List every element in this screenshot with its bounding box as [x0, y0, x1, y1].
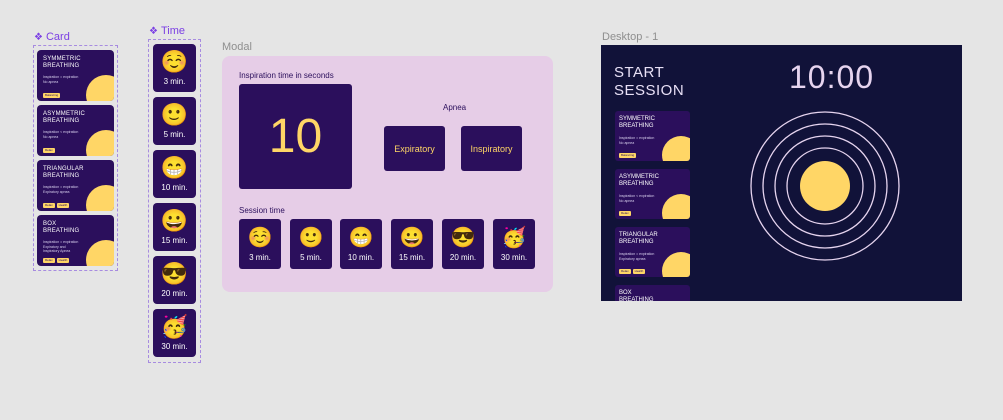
card-description: Inspiration = expiration Expiratory apnea	[43, 185, 79, 194]
sun-graphic	[86, 240, 114, 266]
card-asymmetric-breathing[interactable]: ASYMMETRIC BREATHING Inspiration < expira…	[37, 105, 114, 156]
tag-balancing: Balancing	[619, 153, 637, 158]
session-label: 10 min.	[347, 252, 375, 262]
inspiration-label: Inspiration time in seconds	[239, 71, 334, 80]
card-box-breathing[interactable]: BOX BREATHING Inspiration = expiration Exp…	[37, 215, 114, 266]
tag-health: Health	[56, 203, 70, 208]
card-description: Inspiration = expiration No apnea	[619, 136, 655, 145]
sun-graphic	[86, 185, 114, 211]
session-option-5[interactable]: 🙂 5 min.	[290, 219, 332, 269]
slight-smile-icon: 🙂	[160, 102, 189, 127]
tag-relax: Relax	[43, 258, 55, 263]
relaxed-face-icon: ☺️	[247, 226, 273, 249]
breathing-rings	[750, 111, 900, 261]
session-label: 15 min.	[398, 252, 426, 262]
tag-relax: Relax	[619, 269, 631, 274]
sun-graphic	[86, 130, 114, 156]
session-option-30[interactable]: 🥳 30 min.	[493, 219, 535, 269]
card-title: TRIANGULAR BREATHING	[619, 232, 658, 245]
card-title: ASYMMETRIC BREATHING	[619, 174, 660, 187]
session-option-20[interactable]: 😎 20 min.	[442, 219, 484, 269]
clock-display: 10:00	[789, 59, 875, 95]
card-description: Inspiration = expiration Expiratory and In…	[43, 240, 79, 253]
card-description: Inspiration < expiration No apnea	[619, 194, 655, 203]
time-option-5[interactable]: 🙂 5 min.	[153, 97, 196, 145]
component-diamond-icon: ❖	[34, 31, 43, 43]
card-symmetric-breathing[interactable]: SYMMETRIC BREATHING Inspiration = expirat…	[37, 50, 114, 101]
inspiration-value[interactable]: 10	[239, 84, 352, 189]
sunglasses-face-icon: 😎	[450, 226, 476, 249]
sun-graphic	[662, 194, 690, 219]
desktop-frame: START SESSION 10:00 SYMMETRIC BREATHING In…	[601, 45, 962, 301]
grinning-face-icon: 😀	[160, 208, 189, 233]
card-title: SYMMETRIC BREATHING	[619, 116, 655, 129]
modal: Inspiration time in seconds 10 Apnea Exp…	[222, 56, 553, 292]
sun-graphic	[662, 252, 690, 277]
time-option-20[interactable]: 😎 20 min.	[153, 256, 196, 304]
slight-smile-icon: 🙂	[298, 226, 324, 249]
desktop-card-symmetric[interactable]: SYMMETRIC BREATHING Inspiration = expirat…	[615, 111, 690, 161]
time-label: 5 min.	[163, 130, 186, 139]
session-option-15[interactable]: 😀 15 min.	[391, 219, 433, 269]
sun-graphic	[86, 75, 114, 101]
expiratory-button[interactable]: Expiratory	[384, 126, 445, 171]
session-label: 30 min.	[500, 252, 528, 262]
card-description: Inspiration = expiration No apnea	[43, 75, 79, 84]
card-title: BOX BREATHING	[43, 221, 80, 234]
tag-relax: Relax	[619, 211, 631, 216]
sun-graphic	[662, 136, 690, 161]
desktop-card-asymmetric[interactable]: ASYMMETRIC BREATHING Inspiration < expira…	[615, 169, 690, 219]
session-label: 20 min.	[449, 252, 477, 262]
apnea-label: Apnea	[443, 103, 467, 112]
grinning-face-icon: 😀	[399, 226, 425, 249]
session-time-label: Session time	[239, 206, 285, 215]
component-diamond-icon: ❖	[149, 25, 158, 37]
desktop-frame-label[interactable]: Desktop - 1	[602, 31, 658, 43]
sunglasses-face-icon: 😎	[160, 261, 189, 286]
tag-relax: Relax	[43, 148, 55, 153]
desktop-card-triangular[interactable]: TRIANGULAR BREATHING Inspiration = expira…	[615, 227, 690, 277]
card-description: Inspiration < expiration No apnea	[43, 130, 79, 139]
tag-health: Health	[56, 258, 70, 263]
time-label: 15 min.	[161, 236, 188, 245]
card-component-label[interactable]: ❖ Card	[34, 31, 70, 43]
session-label: 3 min.	[249, 252, 271, 262]
card-title: SYMMETRIC BREATHING	[43, 56, 81, 69]
card-description: Inspiration = expiration Expiratory apnea	[619, 252, 655, 261]
session-option-10[interactable]: 😁 10 min.	[340, 219, 382, 269]
card-title: TRIANGULAR BREATHING	[43, 166, 84, 179]
time-label: 20 min.	[161, 289, 188, 298]
tag-health: Health	[632, 269, 646, 274]
tag-relax: Relax	[43, 203, 55, 208]
start-session-heading: START SESSION	[614, 64, 685, 99]
grin-face-icon: 😁	[160, 155, 189, 180]
relaxed-face-icon: ☺️	[160, 49, 189, 74]
time-component-label[interactable]: ❖ Time	[149, 25, 185, 37]
breathing-sun	[800, 161, 850, 211]
party-face-icon: 🥳	[501, 226, 527, 249]
card-triangular-breathing[interactable]: TRIANGULAR BREATHING Inspiration = expira…	[37, 160, 114, 211]
time-option-10[interactable]: 😁 10 min.	[153, 150, 196, 198]
time-label: 10 min.	[161, 183, 188, 192]
tag-balancing: Balancing	[43, 93, 61, 98]
time-option-3[interactable]: ☺️ 3 min.	[153, 44, 196, 92]
session-label: 5 min.	[300, 252, 322, 262]
desktop-card-box[interactable]: BOX BREATHING	[615, 285, 690, 301]
time-option-30[interactable]: 🥳 30 min.	[153, 309, 196, 357]
time-option-15[interactable]: 😀 15 min.	[153, 203, 196, 251]
inspiratory-button[interactable]: Inspiratory	[461, 126, 522, 171]
card-title: ASYMMETRIC BREATHING	[43, 111, 86, 124]
time-label: 3 min.	[163, 77, 186, 86]
session-option-3[interactable]: ☺️ 3 min.	[239, 219, 281, 269]
modal-frame-label[interactable]: Modal	[222, 41, 252, 53]
card-title: BOX BREATHING	[619, 290, 654, 301]
grin-face-icon: 😁	[348, 226, 374, 249]
party-face-icon: 🥳	[160, 314, 189, 339]
time-label: 30 min.	[161, 342, 188, 351]
